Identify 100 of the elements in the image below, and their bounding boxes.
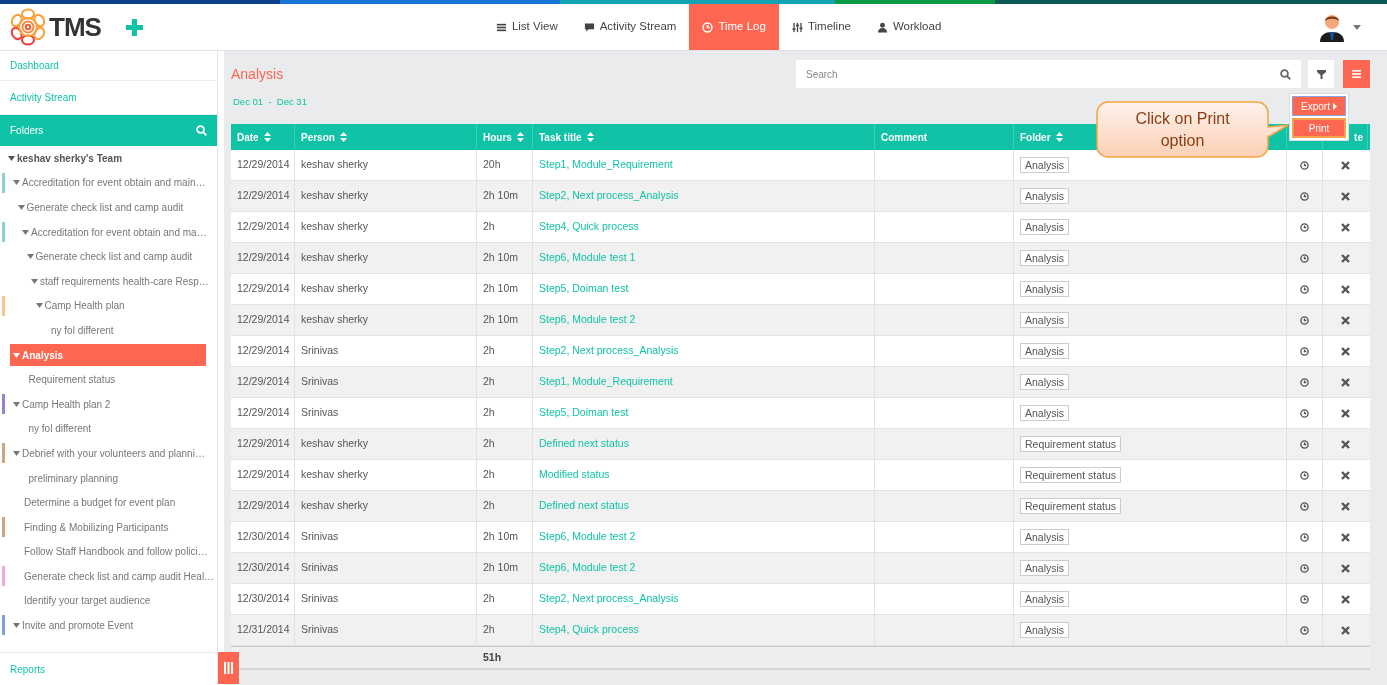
clock-icon[interactable] <box>1300 222 1309 232</box>
clock-icon[interactable] <box>1300 563 1309 573</box>
table-cell: 2h <box>477 367 533 397</box>
folder-tree-item[interactable]: Requirement status <box>28 368 116 391</box>
task-link[interactable]: Modified status <box>539 467 610 483</box>
delete-icon[interactable] <box>1341 222 1350 232</box>
clock-icon[interactable] <box>1300 191 1309 201</box>
clock-icon[interactable] <box>1300 284 1309 294</box>
table-cell: 12/29/2014 <box>231 181 295 211</box>
task-link[interactable]: Step5, Doiman test <box>539 405 629 421</box>
sidebar-toggle-button[interactable] <box>218 652 239 684</box>
clock-icon[interactable] <box>1300 439 1309 449</box>
avatar-icon[interactable] <box>1319 12 1345 42</box>
task-link[interactable]: Step2, Next process_Analysis <box>539 188 679 204</box>
delete-icon[interactable] <box>1341 563 1350 573</box>
task-link[interactable]: Step6, Module test 1 <box>539 250 636 266</box>
delete-icon[interactable] <box>1341 470 1350 480</box>
folder-tree-item[interactable]: staff requirements health-care Resp… <box>31 270 209 293</box>
caret-down-icon[interactable] <box>22 229 29 235</box>
nav-tab[interactable]: Time Log <box>689 4 779 50</box>
search-icon[interactable] <box>1280 68 1291 80</box>
delete-icon[interactable] <box>1341 439 1350 449</box>
nav-tab[interactable]: List View <box>482 4 571 50</box>
caret-down-icon[interactable] <box>1353 24 1361 30</box>
task-link[interactable]: Step6, Module test 2 <box>539 312 636 328</box>
folder-tree-item[interactable]: Accreditation for event obtain and main… <box>13 171 206 194</box>
nav-tab[interactable]: Activity Stream <box>570 4 690 50</box>
clock-icon[interactable] <box>1300 625 1309 635</box>
delete-icon[interactable] <box>1341 532 1350 542</box>
folder-tree-item[interactable]: Finding & Mobilizing Participants <box>24 516 169 539</box>
task-link[interactable]: Defined next status <box>539 498 629 514</box>
task-link[interactable]: Step2, Next process_Analysis <box>539 343 679 359</box>
table-cell: Srinivas <box>295 522 477 552</box>
caret-down-icon[interactable] <box>13 450 20 456</box>
folder-tree-item[interactable]: ny fol different <box>51 319 114 342</box>
delete-icon[interactable] <box>1341 284 1350 294</box>
folder-tree-item[interactable]: keshav sherky's Team <box>8 147 123 170</box>
clock-icon[interactable] <box>1300 160 1309 170</box>
clock-icon[interactable] <box>1300 532 1309 542</box>
task-link[interactable]: Defined next status <box>539 436 629 452</box>
delete-icon[interactable] <box>1341 315 1350 325</box>
folder-tree-item[interactable]: Camp Health plan 2 <box>13 393 111 416</box>
task-link[interactable]: Step1, Module_Requirement <box>539 374 673 390</box>
menu-button[interactable] <box>1343 60 1370 88</box>
table-cell: 2h <box>477 212 533 242</box>
sidebar-link[interactable]: Activity Stream <box>10 90 77 105</box>
folder-tree-item[interactable]: Camp Health plan <box>35 294 125 317</box>
caret-down-icon[interactable] <box>13 401 20 407</box>
delete-icon[interactable] <box>1341 377 1350 387</box>
delete-icon[interactable] <box>1341 160 1350 170</box>
filter-button[interactable] <box>1308 60 1334 88</box>
nav-tab[interactable]: Timeline <box>778 4 864 50</box>
search-field[interactable]: Search <box>796 60 1301 88</box>
delete-icon[interactable] <box>1341 408 1350 418</box>
task-link[interactable]: Step2, Next process_Analysis <box>539 591 679 607</box>
caret-down-icon[interactable] <box>31 278 38 284</box>
delete-icon[interactable] <box>1341 594 1350 604</box>
sidebar-link[interactable]: Dashboard <box>10 58 59 73</box>
task-link[interactable]: Step4, Quick process <box>539 622 639 638</box>
caret-down-icon[interactable] <box>35 303 43 309</box>
delete-icon[interactable] <box>1341 253 1350 263</box>
delete-icon[interactable] <box>1341 625 1350 635</box>
task-link[interactable]: Step5, Doiman test <box>539 281 629 297</box>
task-link[interactable]: Step1, Module_Requirement <box>539 157 673 173</box>
reports-link[interactable]: Reports <box>10 661 45 677</box>
task-link[interactable]: Step6, Module test 2 <box>539 560 636 576</box>
delete-icon[interactable] <box>1341 191 1350 201</box>
folder-tree-item[interactable]: Generate check list and camp audit <box>26 245 193 268</box>
clock-icon[interactable] <box>1300 470 1309 480</box>
folder-tree-item[interactable]: Follow Staff Handbook and follow polici… <box>24 540 208 563</box>
date-range[interactable]: Dec 01 - Dec 31 <box>233 94 307 110</box>
clock-icon[interactable] <box>1300 501 1309 511</box>
clock-icon[interactable] <box>1300 315 1309 325</box>
folder-tree-item[interactable]: ny fol different <box>28 417 92 440</box>
clock-icon[interactable] <box>1300 377 1309 387</box>
caret-down-icon[interactable] <box>17 205 25 210</box>
caret-down-icon[interactable] <box>8 155 15 161</box>
folder-tree-item[interactable]: Analysis <box>10 344 206 367</box>
folder-tree-item[interactable]: Identify your target audience <box>24 590 151 612</box>
clock-icon[interactable] <box>1300 346 1309 356</box>
clock-icon[interactable] <box>1300 253 1309 263</box>
nav-tab[interactable]: Workload <box>863 4 955 50</box>
task-link[interactable]: Step4, Quick process <box>539 219 639 235</box>
folder-tree-item[interactable]: Accreditation for event obtain and ma… <box>22 221 207 244</box>
clock-icon[interactable] <box>1300 408 1309 418</box>
folder-tree-item[interactable]: preliminary planning <box>28 467 118 489</box>
delete-icon[interactable] <box>1341 346 1350 356</box>
delete-icon[interactable] <box>1341 501 1350 511</box>
folder-tree-item[interactable]: Generate check list and camp audit Heal… <box>24 565 215 588</box>
clock-icon[interactable] <box>1300 594 1309 604</box>
caret-down-icon[interactable] <box>26 254 34 260</box>
folder-tree-item[interactable]: Generate check list and camp audit <box>17 196 184 219</box>
folder-tree-item[interactable]: Invite and promote Event <box>13 614 134 637</box>
menu-item[interactable]: Export <box>1292 96 1346 116</box>
caret-down-icon[interactable] <box>13 623 20 629</box>
task-link[interactable]: Step6, Module test 2 <box>539 529 636 545</box>
folder-tree-item[interactable]: Debrief with your volunteers and planni… <box>13 442 205 465</box>
folder-tree-item[interactable]: Determine a budget for event plan <box>24 491 176 514</box>
menu-item[interactable]: Print <box>1292 118 1346 138</box>
caret-down-icon[interactable] <box>13 180 20 186</box>
